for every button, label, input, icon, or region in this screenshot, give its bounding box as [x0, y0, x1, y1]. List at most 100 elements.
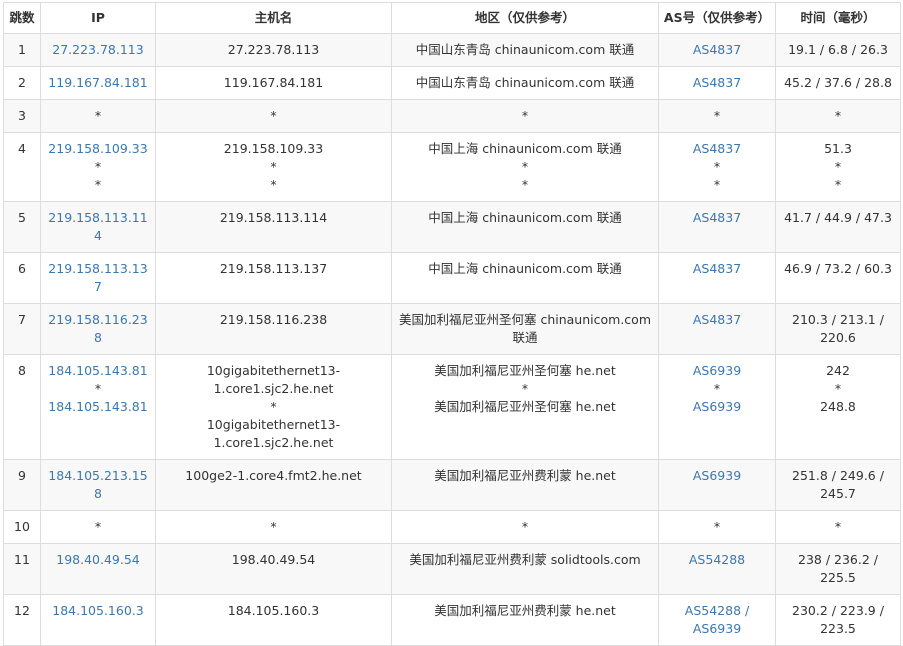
as-cell: AS4837 — [658, 252, 776, 304]
loc-text: 美国加利福尼亚州圣何塞 chinaunicom.com 联通 — [398, 312, 651, 345]
location-cell: 中国山东青岛 chinaunicom.com 联通 — [391, 33, 659, 67]
ip-link[interactable]: 184.105.160.3 — [45, 602, 151, 620]
location-cell: 中国上海 chinaunicom.com 联通 * * — [391, 132, 659, 202]
time-text: 41.7 / 44.9 / 47.3 — [784, 210, 892, 225]
as-link[interactable]: AS4837 — [663, 260, 771, 278]
host-text: 100ge2-1.core4.fmt2.he.net — [185, 468, 362, 483]
time-cell: 242 * 248.8 — [775, 354, 901, 460]
loc-text: 中国上海 chinaunicom.com 联通 — [428, 141, 622, 156]
loc-text: 美国加利福尼亚州费利蒙 he.net — [434, 468, 616, 483]
hostname-cell: 10gigabitethernet13-1.core1.sjc2.he.net *… — [155, 354, 392, 460]
location-cell: 美国加利福尼亚州费利蒙 he.net — [391, 459, 659, 511]
ip-text: * — [94, 381, 102, 396]
ip-cell: 184.105.143.81 * 184.105.143.81 — [40, 354, 156, 460]
host-text: * — [270, 399, 277, 414]
as-cell: * — [658, 99, 776, 133]
as-link[interactable]: AS6939 — [663, 362, 771, 380]
as-link[interactable]: AS6939 — [663, 398, 771, 416]
hop-cell: 3 — [3, 99, 41, 133]
ip-cell: 27.223.78.113 — [40, 33, 156, 67]
hop-cell: 8 — [3, 354, 41, 460]
hostname-cell: * — [155, 99, 392, 133]
as-link[interactable]: AS54288 / AS6939 — [663, 602, 771, 638]
hop-cell: 10 — [3, 510, 41, 544]
time-text: * — [834, 159, 842, 174]
host-text: 219.158.113.137 — [219, 261, 328, 276]
location-cell: 中国上海 chinaunicom.com 联通 — [391, 252, 659, 304]
as-text: * — [713, 108, 721, 123]
hostname-cell: 184.105.160.3 — [155, 594, 392, 646]
ip-link[interactable]: 119.167.84.181 — [45, 74, 151, 92]
ip-cell: 119.167.84.181 — [40, 66, 156, 100]
ip-link[interactable]: 184.105.213.158 — [45, 467, 151, 503]
hop-cell: 1 — [3, 33, 41, 67]
as-link[interactable]: AS4837 — [663, 140, 771, 158]
loc-text: 中国上海 chinaunicom.com 联通 — [428, 210, 622, 225]
table-row: 6 219.158.113.137 219.158.113.137 中国上海 chin… — [3, 252, 901, 304]
time-cell: * — [775, 510, 901, 544]
time-cell: 45.2 / 37.6 / 28.8 — [775, 66, 901, 100]
time-text: * — [834, 177, 842, 192]
ip-cell: * — [40, 99, 156, 133]
ip-link[interactable]: 27.223.78.113 — [45, 41, 151, 59]
location-cell: * — [391, 510, 659, 544]
ip-link[interactable]: 219.158.113.114 — [45, 209, 151, 245]
ip-link[interactable]: 184.105.143.81 — [45, 362, 151, 380]
location-cell: 美国加利福尼亚州圣何塞 he.net * 美国加利福尼亚州圣何塞 he.net — [391, 354, 659, 460]
as-link[interactable]: AS4837 — [663, 41, 771, 59]
time-text: 242 — [826, 363, 850, 378]
as-link[interactable]: AS4837 — [663, 311, 771, 329]
ip-cell: 184.105.160.3 — [40, 594, 156, 646]
table-body: 1 27.223.78.113 27.223.78.113 中国山东青岛 chinau… — [3, 33, 901, 646]
ip-link[interactable]: 184.105.143.81 — [45, 398, 151, 416]
hop-cell: 12 — [3, 594, 41, 646]
ip-text: * — [94, 519, 102, 534]
as-cell: AS4837 — [658, 303, 776, 355]
table-row: 11 198.40.49.54 198.40.49.54 美国加利福尼亚州费利蒙 so… — [3, 543, 901, 595]
header-time: 时间（毫秒） — [775, 2, 901, 34]
time-cell: * — [775, 99, 901, 133]
time-text: * — [834, 108, 842, 123]
as-link[interactable]: AS4837 — [663, 74, 771, 92]
hostname-cell: 119.167.84.181 — [155, 66, 392, 100]
loc-text: * — [521, 381, 529, 396]
location-cell: 美国加利福尼亚州圣何塞 chinaunicom.com 联通 — [391, 303, 659, 355]
time-text: 238 / 236.2 / 225.5 — [798, 552, 878, 585]
ip-link[interactable]: 219.158.113.137 — [45, 260, 151, 296]
ip-link[interactable]: 219.158.116.238 — [45, 311, 151, 347]
as-cell: AS6939 * AS6939 — [658, 354, 776, 460]
location-cell: 中国山东青岛 chinaunicom.com 联通 — [391, 66, 659, 100]
as-link[interactable]: AS4837 — [663, 209, 771, 227]
table-row: 12 184.105.160.3 184.105.160.3 美国加利福尼亚州费利蒙 … — [3, 594, 901, 646]
hostname-cell: 27.223.78.113 — [155, 33, 392, 67]
table-row: 5 219.158.113.114 219.158.113.114 中国上海 chin… — [3, 201, 901, 253]
time-text: 251.8 / 249.6 / 245.7 — [792, 468, 884, 501]
as-cell: AS6939 — [658, 459, 776, 511]
ip-link[interactable]: 198.40.49.54 — [45, 551, 151, 569]
table-row: 9 184.105.213.158 100ge2-1.core4.fmt2.he.n… — [3, 459, 901, 511]
hostname-cell: 219.158.113.114 — [155, 201, 392, 253]
table-row: 1 27.223.78.113 27.223.78.113 中国山东青岛 chinau… — [3, 33, 901, 67]
table-row: 7 219.158.116.238 219.158.116.238 美国加利福尼亚州圣… — [3, 303, 901, 355]
hop-cell: 4 — [3, 132, 41, 202]
time-cell: 238 / 236.2 / 225.5 — [775, 543, 901, 595]
traceroute-table: 跳数 IP 主机名 地区（仅供参考） AS号（仅供参考） 时间（毫秒） 1 27.… — [3, 2, 901, 646]
host-text: 184.105.160.3 — [227, 603, 320, 618]
host-text: 10gigabitethernet13-1.core1.sjc2.he.net — [206, 417, 341, 450]
as-cell: AS4837 * * — [658, 132, 776, 202]
time-text: 45.2 / 37.6 / 28.8 — [784, 75, 892, 90]
table-row: 8 184.105.143.81 * 184.105.143.81 10gigabite… — [3, 354, 901, 460]
as-cell: AS54288 — [658, 543, 776, 595]
ip-text: * — [94, 177, 102, 192]
location-cell: 美国加利福尼亚州费利蒙 he.net — [391, 594, 659, 646]
hostname-cell: 198.40.49.54 — [155, 543, 392, 595]
time-text: * — [834, 381, 842, 396]
location-cell: * — [391, 99, 659, 133]
as-link[interactable]: AS54288 — [663, 551, 771, 569]
as-link[interactable]: AS6939 — [663, 467, 771, 485]
ip-link[interactable]: 219.158.109.33 — [45, 140, 151, 158]
ip-cell: * — [40, 510, 156, 544]
as-cell: AS54288 / AS6939 — [658, 594, 776, 646]
host-text: * — [270, 159, 277, 174]
location-cell: 美国加利福尼亚州费利蒙 solidtools.com — [391, 543, 659, 595]
